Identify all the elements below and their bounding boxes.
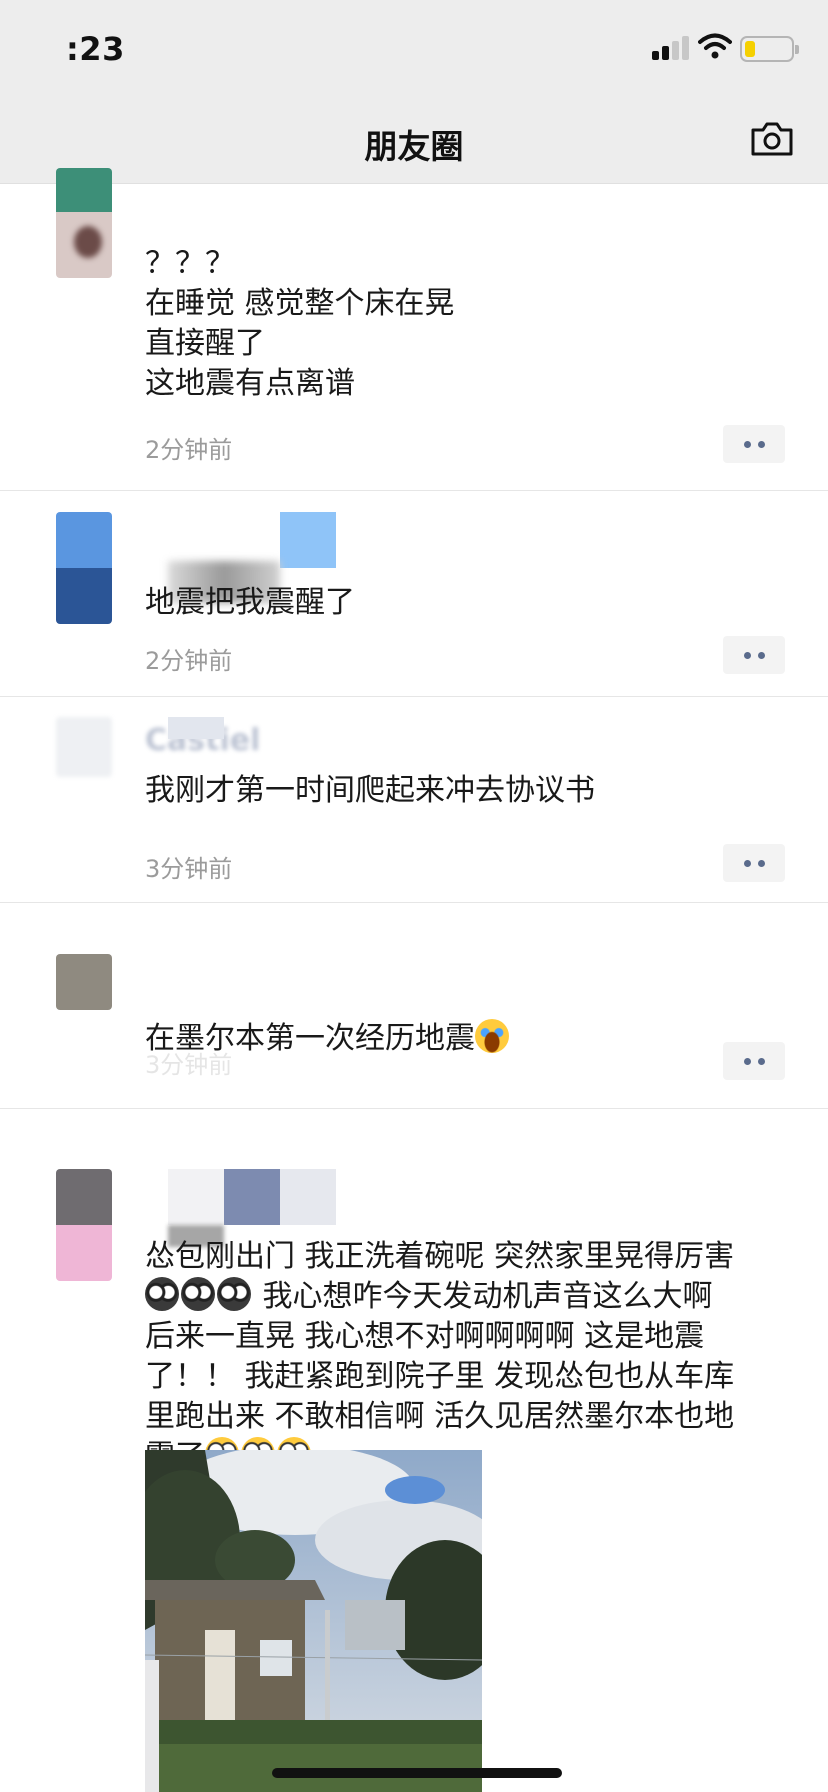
more-options-button[interactable] (723, 1042, 785, 1080)
page-title: 朋友圈 (364, 127, 464, 166)
top-bar: :23 朋友圈 (0, 0, 828, 184)
camera-icon[interactable] (750, 120, 794, 158)
post-text: ？？？ 在睡觉 感觉整个床在晃 直接醒了 这地震有点离谱 (145, 246, 455, 401)
pixelated-name-block (280, 512, 336, 568)
post-timestamp: 3分钟前 (145, 1051, 233, 1079)
post-timestamp: 2分钟前 (145, 647, 233, 675)
post-text: 怂包刚出门 我正洗着碗呢 突然家里晃得厉害 我心想咋今天发动机声音这么大啊 后来… (145, 1237, 795, 1477)
pixelated-name-block (168, 717, 224, 739)
post-text: 在墨尔本第一次经历地震 (145, 979, 795, 1059)
more-options-button[interactable] (723, 844, 785, 882)
owl-emoji-icon (217, 1277, 251, 1311)
avatar[interactable] (56, 717, 112, 777)
avatar[interactable] (56, 512, 112, 624)
pixelated-name-block (168, 1169, 336, 1225)
post-timestamp: 2分钟前 (145, 436, 233, 464)
more-options-button[interactable] (723, 425, 785, 463)
post-photo[interactable] (145, 1450, 482, 1792)
more-options-button[interactable] (723, 636, 785, 674)
avatar[interactable] (56, 1169, 112, 1281)
moment-post: 地震把我震醒了 2分钟前 (0, 491, 828, 697)
owl-emoji-icon (181, 1277, 215, 1311)
home-indicator[interactable] (272, 1768, 562, 1778)
battery-icon (740, 36, 799, 62)
owl-emoji-icon (145, 1277, 179, 1311)
post-text: 我刚才第一时间爬起来冲去协议书 (145, 773, 595, 808)
moment-post: ？？？ 在睡觉 感觉整个床在晃 直接醒了 这地震有点离谱 2分钟前 (0, 168, 828, 491)
cellular-signal-icon (652, 36, 690, 60)
post-text-line: 我心想咋今天发动机声音这么大啊 (145, 1277, 795, 1317)
status-time: :23 (66, 30, 125, 68)
post-text-line: 怂包刚出门 我正洗着碗呢 突然家里晃得厉害 (145, 1239, 735, 1274)
laughing-emoji-icon (475, 1019, 509, 1053)
post-text-line: 后来一直晃 我心想不对啊啊啊啊 这是地震 (145, 1319, 705, 1354)
moment-post: 在墨尔本第一次经历地震 3分钟前 (0, 903, 828, 1109)
post-text-fragment: 我心想咋今天发动机声音这么大啊 (253, 1279, 713, 1314)
post-text: 地震把我震醒了 (145, 585, 355, 620)
moment-post: Castiel 我刚才第一时间爬起来冲去协议书 3分钟前 (0, 697, 828, 903)
post-text-line: 里跑出来 不敢相信啊 活久见居然墨尔本也地 (145, 1399, 735, 1434)
avatar[interactable] (56, 168, 112, 278)
post-timestamp: 3分钟前 (145, 855, 233, 883)
avatar[interactable] (56, 954, 112, 1010)
post-text-line: 了！！ 我赶紧跑到院子里 发现怂包也从车库 (145, 1359, 735, 1394)
wifi-icon (698, 33, 732, 59)
